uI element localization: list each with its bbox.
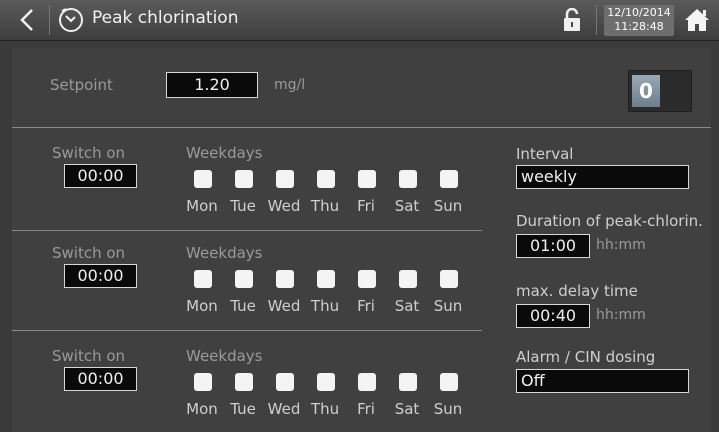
weekday-label: Mon xyxy=(186,400,218,418)
weekday-checkbox[interactable] xyxy=(194,270,212,288)
weekday-checkbox[interactable] xyxy=(358,170,376,188)
weekdays-label: Weekdays xyxy=(186,144,263,162)
setpoint-input[interactable]: 1.20 xyxy=(166,72,258,98)
weekday-label: Sun xyxy=(433,297,463,315)
weekday-label: Wed xyxy=(267,197,301,215)
weekday-checkbox[interactable] xyxy=(399,373,417,391)
duration-label: Duration of peak-chlorin. xyxy=(516,212,703,230)
unlock-icon[interactable] xyxy=(562,8,582,32)
toggle-knob: 0 xyxy=(632,75,660,107)
weekdays-label: Weekdays xyxy=(186,244,263,262)
setpoint-unit: mg/l xyxy=(274,77,306,93)
header-separator xyxy=(596,5,597,35)
date-text: 12/10/2014 xyxy=(607,6,671,19)
weekday-label: Sat xyxy=(394,197,420,215)
weekdays-label: Weekdays xyxy=(186,347,263,365)
weekday-label: Sat xyxy=(394,297,420,315)
interval-label: Interval xyxy=(516,145,574,163)
weekday-label: Thu xyxy=(310,297,340,315)
weekday-label: Mon xyxy=(186,197,218,215)
switch-on-time-input[interactable]: 00:00 xyxy=(64,264,137,288)
weekday-label: Fri xyxy=(357,297,375,315)
weekday-checkbox[interactable] xyxy=(317,270,335,288)
weekday-label: Sun xyxy=(433,197,463,215)
weekday-checkbox[interactable] xyxy=(358,373,376,391)
weekday-label: Sun xyxy=(433,400,463,418)
interval-select[interactable]: weekly xyxy=(516,165,689,189)
weekday-checkbox[interactable] xyxy=(194,373,212,391)
switch-on-label: Switch on xyxy=(52,244,126,262)
weekday-checkbox[interactable] xyxy=(276,170,294,188)
clock-icon xyxy=(59,8,83,32)
weekday-checkbox[interactable] xyxy=(399,170,417,188)
weekday-label: Fri xyxy=(357,197,375,215)
delay-input[interactable]: 00:40 xyxy=(516,304,590,328)
switch-on-time-input[interactable]: 00:00 xyxy=(64,367,137,391)
weekday-label: Wed xyxy=(267,297,301,315)
divider xyxy=(12,127,711,128)
weekday-checkbox[interactable] xyxy=(440,373,458,391)
switch-on-label: Switch on xyxy=(52,144,126,162)
switch-on-time-input[interactable]: 00:00 xyxy=(64,164,137,188)
weekday-checkbox[interactable] xyxy=(276,373,294,391)
weekday-checkbox[interactable] xyxy=(317,373,335,391)
switch-on-label: Switch on xyxy=(52,347,126,365)
header-separator xyxy=(49,5,50,35)
datetime-display: 12/10/2014 11:28:48 xyxy=(604,5,674,36)
weekday-label: Tue xyxy=(230,400,256,418)
back-chevron-icon[interactable] xyxy=(14,4,42,36)
divider xyxy=(12,230,482,231)
weekday-checkbox[interactable] xyxy=(358,270,376,288)
weekday-checkbox[interactable] xyxy=(235,373,253,391)
weekday-checkbox[interactable] xyxy=(399,270,417,288)
home-icon[interactable] xyxy=(684,8,710,32)
weekday-checkbox[interactable] xyxy=(440,170,458,188)
weekday-checkbox[interactable] xyxy=(235,170,253,188)
weekday-label: Sat xyxy=(394,400,420,418)
weekday-checkbox[interactable] xyxy=(276,270,294,288)
duration-unit: hh:mm xyxy=(596,237,646,253)
page-title: Peak chlorination xyxy=(92,8,239,28)
weekday-label: Thu xyxy=(310,400,340,418)
delay-unit: hh:mm xyxy=(596,307,646,323)
weekday-checkbox[interactable] xyxy=(440,270,458,288)
setpoint-label: Setpoint xyxy=(50,76,113,94)
weekday-label: Fri xyxy=(357,400,375,418)
weekday-label: Wed xyxy=(267,400,301,418)
weekday-label: Tue xyxy=(230,197,256,215)
duration-input[interactable]: 01:00 xyxy=(516,234,590,258)
time-text: 11:28:48 xyxy=(614,20,664,33)
delay-label: max. delay time xyxy=(516,282,638,300)
weekday-label: Thu xyxy=(310,197,340,215)
weekday-label: Tue xyxy=(230,297,256,315)
divider xyxy=(12,330,482,331)
weekday-checkbox[interactable] xyxy=(235,270,253,288)
weekday-checkbox[interactable] xyxy=(194,170,212,188)
alarm-label: Alarm / CIN dosing xyxy=(516,348,656,366)
weekday-label: Mon xyxy=(186,297,218,315)
weekday-checkbox[interactable] xyxy=(317,170,335,188)
on-off-toggle[interactable]: 0 xyxy=(628,70,692,112)
alarm-select[interactable]: Off xyxy=(516,369,689,393)
